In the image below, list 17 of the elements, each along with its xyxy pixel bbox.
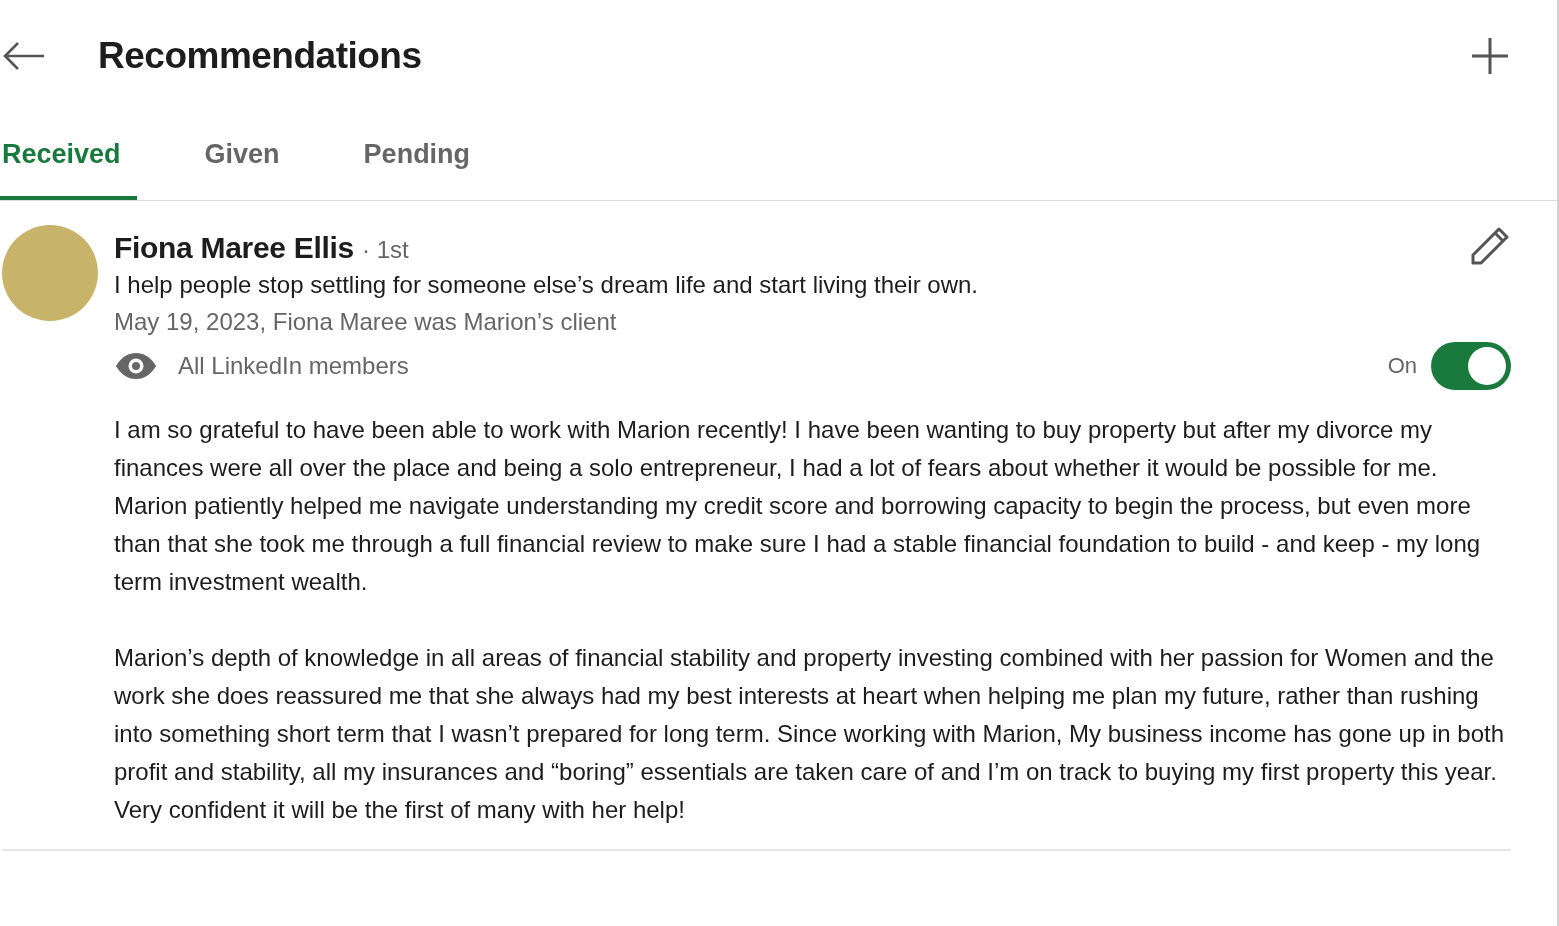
tab[interactable]: Pending xyxy=(361,112,473,200)
eye-icon xyxy=(114,352,158,380)
recommendation-paragraph: Marion’s depth of knowledge in all areas of financial stability and property investing combined with her passion for Women and the work she does reassured me that she always had my best interests at heart when helping me plan my future, rather than rushing into something short term that I wasn’t prepared for long term. Since working with Marion, My business income has gone up in both profit and stability, all my insurances and “boring” essentials are taken care of and I’m on track to buying my first property this year. Very confident it will be the first of many with her help! xyxy=(114,643,1506,825)
page-title: Recommendations xyxy=(98,35,422,77)
visibility-toggle[interactable] xyxy=(1431,342,1511,390)
back-arrow-icon[interactable] xyxy=(2,41,46,71)
edit-pencil-icon[interactable] xyxy=(1469,225,1511,267)
tab[interactable]: Given xyxy=(202,112,282,200)
connection-degree: · 1st xyxy=(362,236,409,264)
recommender-name[interactable]: Fiona Maree Ellis xyxy=(114,231,354,265)
recommendation-paragraph: I am so grateful to have been able to work with Marion recently! I have been wanting to buy property but after my divorce my finances were all over the place and being a solo entrepreneur, I had a lot of fears about whether it would be possible for me. Marion patiently helped me navigate understanding my credit score and borrowing capacity to begin the process, but even more than that she took me through a full financial review to make sure I had a stable financial foundation to build - and keep - my long term investment wealth. xyxy=(114,415,1482,597)
visibility-label: All LinkedIn members xyxy=(178,352,409,380)
recommender-headline: I help people stop settling for someone else’s dream life and start living their own. xyxy=(114,270,980,300)
tab[interactable]: Received xyxy=(0,112,137,200)
add-icon[interactable] xyxy=(1471,37,1509,75)
relationship-date: May 19, 2023, Fiona Maree was Marion’s client xyxy=(114,307,618,337)
toggle-label: On xyxy=(1387,353,1417,379)
